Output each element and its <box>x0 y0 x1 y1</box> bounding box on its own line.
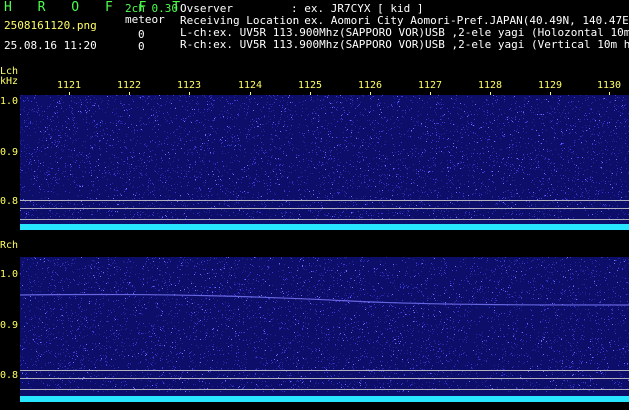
ref-line <box>20 219 629 220</box>
rch-ytick-3: 0.8 <box>0 370 19 381</box>
datetime-label: 25.08.16 11:20 <box>4 39 97 52</box>
rch-spectrogram <box>20 257 629 402</box>
khz-unit-label: kHz <box>0 76 19 87</box>
rch-baseline <box>20 396 629 402</box>
xtick-label: 1123 <box>176 80 202 91</box>
ref-line <box>20 200 629 201</box>
xtick-label: 1122 <box>116 80 142 91</box>
filename-label: 2508161120.png <box>4 19 97 32</box>
ref-line <box>20 370 629 371</box>
xtick-label: 1124 <box>237 80 263 91</box>
rch-noise <box>20 257 629 392</box>
rch-label: Rch <box>0 240 19 251</box>
lch-ytick-2: 0.9 <box>0 147 19 158</box>
ref-line <box>20 208 629 209</box>
lch-baseline <box>20 224 629 230</box>
lch-spectrogram <box>20 95 629 230</box>
ref-line <box>20 389 629 390</box>
lch-ytick-1: 1.0 <box>0 96 19 107</box>
doppler-trace <box>20 293 629 306</box>
rch-ytick-1: 1.0 <box>0 269 19 280</box>
lch-ytick-3: 0.8 <box>0 196 19 207</box>
meteor-count-rch: 0 <box>138 40 145 53</box>
rch-description: R-ch:ex. UV5R 113.900Mhz(SAPPORO VOR)USB… <box>180 38 629 51</box>
ref-line <box>20 378 629 379</box>
xtick-label: 1129 <box>537 80 563 91</box>
xtick-label: 1130 <box>596 80 622 91</box>
xtick-label: 1128 <box>477 80 503 91</box>
xtick-label: 1127 <box>417 80 443 91</box>
xtick-label: 1126 <box>357 80 383 91</box>
xtick-label: 1125 <box>297 80 323 91</box>
xtick-label: 1121 <box>56 80 82 91</box>
lch-noise <box>20 95 629 220</box>
rch-ytick-2: 0.9 <box>0 320 19 331</box>
station-info: Ovserver: ex. JR7CYX [ kid ] Receiving L… <box>180 3 629 51</box>
meteor-label: meteor <box>125 13 165 26</box>
